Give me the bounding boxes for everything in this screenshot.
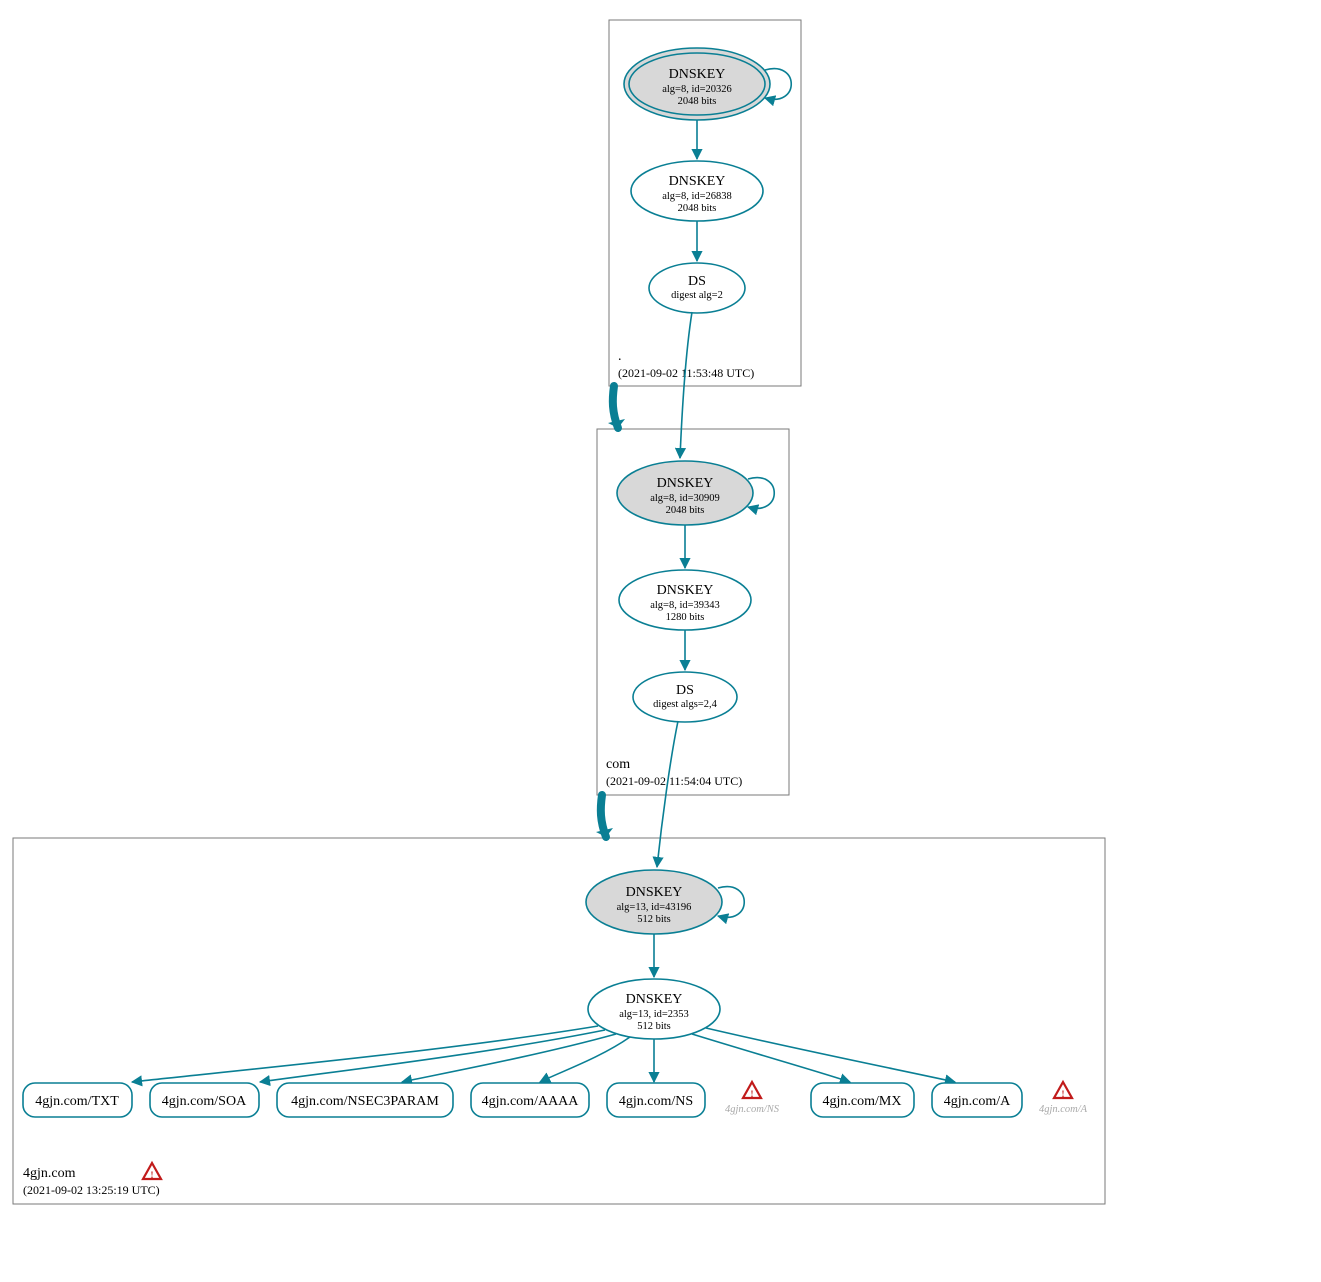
com-ds: DS digest algs=2,4 <box>633 672 737 722</box>
warning-ns: ! 4gjn.com/NS <box>725 1082 780 1115</box>
domain-dnskey-2-line2: 512 bits <box>637 1021 671 1032</box>
leaf-soa-label: 4gjn.com/SOA <box>162 1094 247 1109</box>
leaf-txt-label: 4gjn.com/TXT <box>35 1094 119 1109</box>
root-dnskey-2-title: DNSKEY <box>669 174 726 189</box>
svg-text:!: ! <box>1062 1089 1065 1099</box>
zone-ts-com: (2021-09-02 11:54:04 UTC) <box>606 774 742 788</box>
domain-dnskey-1-title: DNSKEY <box>626 885 683 900</box>
com-dnskey-1-title: DNSKEY <box>657 476 714 491</box>
com-dnskey-2-line2: 1280 bits <box>666 612 705 623</box>
edge-to-txt <box>132 1026 598 1082</box>
com-dnskey-2-line1: alg=8, id=39343 <box>650 600 720 611</box>
edge-to-aaaa <box>540 1037 630 1082</box>
zone-label-root: . <box>618 349 622 364</box>
root-dnskey-2-line2: 2048 bits <box>678 203 717 214</box>
warning-ns-label: 4gjn.com/NS <box>725 1104 780 1115</box>
com-dnskey-2: DNSKEY alg=8, id=39343 1280 bits <box>619 570 751 630</box>
edge-root-ds-com-dnskey1 <box>680 312 692 458</box>
zone-label-domain: 4gjn.com <box>23 1166 76 1181</box>
com-ds-title: DS <box>676 683 694 698</box>
root-dnskey-2: DNSKEY alg=8, id=26838 2048 bits <box>631 161 763 221</box>
svg-text:!: ! <box>751 1089 754 1099</box>
leaf-aaaa-label: 4gjn.com/AAAA <box>482 1094 580 1109</box>
zone-box-domain <box>13 838 1105 1204</box>
root-dnskey-1-title: DNSKEY <box>669 67 726 82</box>
root-ds-title: DS <box>688 274 706 289</box>
domain-dnskey-1-line2: 512 bits <box>637 914 671 925</box>
warning-domain: ! <box>143 1163 161 1180</box>
zone-ts-domain: (2021-09-02 13:25:19 UTC) <box>23 1183 160 1197</box>
domain-dnskey-2-title: DNSKEY <box>626 992 683 1007</box>
leaf-a-label: 4gjn.com/A <box>944 1094 1011 1109</box>
com-ds-line1: digest algs=2,4 <box>653 699 717 710</box>
leaf-ns-label: 4gjn.com/NS <box>619 1094 693 1109</box>
root-dnskey-1: DNSKEY alg=8, id=20326 2048 bits <box>624 48 770 120</box>
domain-dnskey-1: DNSKEY alg=13, id=43196 512 bits <box>586 870 722 934</box>
root-ds-line1: digest alg=2 <box>671 290 723 301</box>
leaf-mx-label: 4gjn.com/MX <box>823 1094 902 1109</box>
domain-dnskey-2: DNSKEY alg=13, id=2353 512 bits <box>588 979 720 1039</box>
root-dnskey-1-line1: alg=8, id=20326 <box>662 84 732 95</box>
com-dnskey-1-line2: 2048 bits <box>666 505 705 516</box>
warning-a-label: 4gjn.com/A <box>1039 1104 1088 1115</box>
leaf-nsec3-label: 4gjn.com/NSEC3PARAM <box>291 1094 439 1109</box>
root-ds: DS digest alg=2 <box>649 263 745 313</box>
domain-dnskey-2-line1: alg=13, id=2353 <box>619 1009 689 1020</box>
svg-text:!: ! <box>151 1170 154 1180</box>
warning-a: ! 4gjn.com/A <box>1039 1082 1088 1115</box>
com-dnskey-1: DNSKEY alg=8, id=30909 2048 bits <box>617 461 753 525</box>
edge-com-ds-domain-dnskey1 <box>657 721 678 867</box>
edge-to-mx <box>692 1034 850 1082</box>
edge-to-soa <box>260 1030 605 1082</box>
zone-label-com: com <box>606 757 630 772</box>
domain-dnskey-1-line1: alg=13, id=43196 <box>617 902 692 913</box>
com-dnskey-1-line1: alg=8, id=30909 <box>650 493 720 504</box>
edge-to-a <box>706 1028 955 1082</box>
com-dnskey-2-title: DNSKEY <box>657 583 714 598</box>
dnssec-trust-graph: DNSKEY alg=8, id=20326 2048 bits DNSKEY … <box>0 0 1321 1282</box>
root-dnskey-2-line1: alg=8, id=26838 <box>662 191 732 202</box>
root-dnskey-1-line2: 2048 bits <box>678 96 717 107</box>
